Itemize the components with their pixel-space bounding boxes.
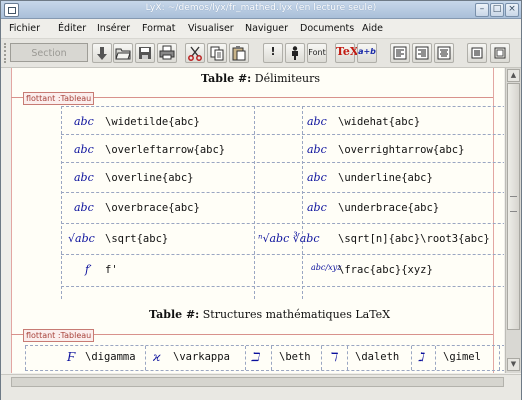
latex-command: \overline{abc} [105, 172, 194, 184]
math-symbol: Ϝ [67, 350, 76, 364]
math-symbol: abc [307, 171, 327, 184]
math-symbol: ℸ [329, 350, 337, 364]
menu-visualiser[interactable]: Visualiser [188, 23, 234, 34]
delimiters-table[interactable]: abc \widetilde{abc} abc \widehat{abc} ab… [61, 106, 504, 299]
math-icon[interactable]: a+b [357, 43, 377, 63]
horizontal-scrollbar[interactable] [11, 377, 504, 387]
cut-icon[interactable] [185, 43, 205, 63]
font-icon[interactable]: Font [307, 43, 327, 63]
print-icon[interactable] [157, 43, 177, 63]
latex-command: \daleth [355, 351, 400, 363]
menu-inserer[interactable]: Insérer [97, 23, 130, 34]
math-symbol: abc [307, 143, 327, 156]
math-symbol: √abc [68, 232, 95, 245]
table-vline [145, 346, 146, 370]
document-workarea[interactable]: Table #: Délimiteurs flottant :Tableau a… [11, 68, 504, 373]
latex-command: \varkappa [173, 351, 230, 363]
menu-editer[interactable]: Éditer [58, 23, 86, 34]
table-caption-delimiteurs[interactable]: Table #: Délimiteurs [201, 72, 320, 85]
latex-command: \frac{abc}{xyz} [338, 264, 433, 276]
tex-icon[interactable]: TeX [335, 43, 358, 63]
latex-command: \sqrt{abc} [105, 233, 169, 245]
math-symbol: abc [74, 115, 94, 128]
latex-command: \beth [279, 351, 311, 363]
scrollbar-thumb[interactable] [507, 83, 520, 330]
menu-aide[interactable]: Aide [362, 23, 383, 34]
latex-command: \digamma [85, 351, 136, 363]
left-margin-line [11, 68, 12, 373]
open-folder-icon[interactable] [113, 43, 133, 63]
math-symbol: abc [307, 115, 327, 128]
table-vline [347, 346, 348, 370]
lyx-window: LyX: ~/demos/lyx/fr_mathed.lyx (en lectu… [0, 0, 522, 400]
table-vline [245, 346, 246, 370]
latex-command: \underline{abc} [338, 172, 433, 184]
paste-icon[interactable] [229, 43, 249, 63]
latex-command: f' [105, 264, 118, 276]
save-icon[interactable] [135, 43, 155, 63]
latex-command: \widehat{abc} [338, 116, 421, 128]
copy-icon[interactable] [207, 43, 227, 63]
math-symbol: abc [74, 201, 94, 214]
math-symbol: abc/xyz [311, 263, 342, 272]
math-symbol: abc [307, 201, 327, 214]
menu-documents[interactable]: Documents [300, 23, 354, 34]
close-button[interactable]: × [505, 3, 519, 17]
table-vline [411, 346, 412, 370]
emphasis-icon[interactable]: ! [263, 43, 283, 63]
latex-command: \overleftarrow{abc} [105, 144, 226, 156]
math-symbol: abc [74, 143, 94, 156]
table-row[interactable]: abc \overline{abc} abc \underline{abc} [61, 162, 504, 194]
menu-fichier[interactable]: Fichier [9, 23, 40, 34]
latex-command: \gimel [443, 351, 481, 363]
figure-icon[interactable] [490, 43, 510, 63]
align-left-icon[interactable] [390, 43, 410, 63]
align-center-icon[interactable] [434, 43, 454, 63]
window-title: LyX: ~/demos/lyx/fr_mathed.lyx (en lectu… [145, 3, 377, 13]
align-right-icon[interactable] [412, 43, 432, 63]
menu-bar: Fichier Éditer Insérer Format Visualiser… [1, 19, 521, 39]
paragraph-layout-select[interactable]: Section [10, 43, 88, 62]
thumb-grip [510, 196, 517, 212]
table-vline [499, 346, 500, 370]
latex-command: \overrightarrow{abc} [338, 144, 465, 156]
table-caption-structures[interactable]: Table #: Structures mathématiques LaTeX [149, 308, 390, 321]
vertical-scrollbar[interactable]: ▲ ▼ [505, 68, 521, 373]
minimize-button[interactable]: – [475, 3, 489, 17]
down-arrow-icon[interactable] [92, 43, 112, 63]
menu-naviguer[interactable]: Naviguer [245, 23, 288, 34]
latex-command: \overbrace{abc} [105, 202, 200, 214]
math-symbol: f′ [85, 263, 92, 276]
float-label[interactable]: flottant :Tableau [23, 92, 95, 105]
scroll-up-arrow-icon[interactable]: ▲ [507, 69, 520, 82]
table-row[interactable]: f′ f' abc/xyz \frac{abc}{xyz} [61, 254, 504, 287]
math-symbol: ϰ [153, 350, 161, 364]
table-icon[interactable] [467, 43, 487, 63]
title-bar: LyX: ~/demos/lyx/fr_mathed.lyx (en lectu… [1, 1, 521, 19]
menu-format[interactable]: Format [142, 23, 175, 34]
noun-icon[interactable] [285, 43, 305, 63]
scroll-down-arrow-icon[interactable]: ▼ [507, 358, 520, 371]
math-symbol: ℷ [418, 350, 424, 364]
latex-command: \sqrt[n]{abc}\root3{abc} [338, 233, 490, 245]
table-row[interactable]: abc \overbrace{abc} abc \underbrace{abc} [61, 192, 504, 224]
float-label[interactable]: flottant :Tableau [23, 329, 95, 342]
math-symbol: ⁿ√abc ∛abc [258, 232, 320, 245]
toolbar: Section ! Font TeX a+b [1, 39, 521, 68]
latex-command: \underbrace{abc} [338, 202, 440, 214]
table-row[interactable]: √abc \sqrt{abc} ⁿ√abc ∛abc \sqrt[n]{abc}… [61, 223, 504, 255]
table-vline [321, 346, 322, 370]
math-symbol: abc [74, 171, 94, 184]
math-symbol: ℶ [251, 350, 260, 364]
table-vline [435, 346, 436, 370]
status-bar [1, 374, 521, 400]
table-vline [271, 346, 272, 370]
structures-table[interactable]: Ϝ \digamma ϰ \varkappa ℶ \beth ℸ \daleth… [25, 345, 504, 371]
maximize-button[interactable]: □ [490, 3, 504, 17]
table-vline [25, 346, 26, 370]
latex-command: \widetilde{abc} [105, 116, 200, 128]
